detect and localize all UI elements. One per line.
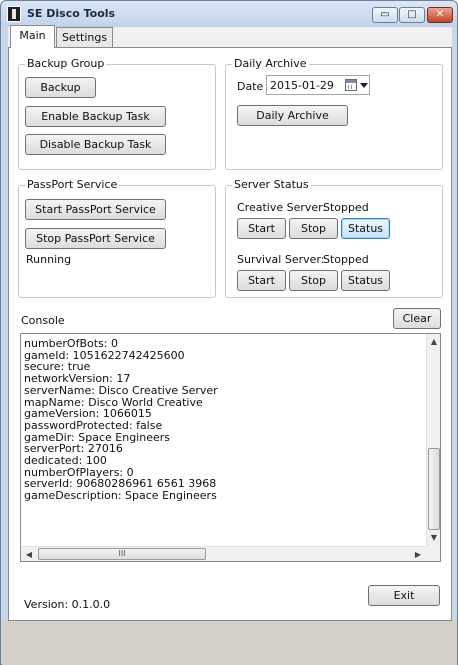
- console-line: gameDescription: Space Engineers: [24, 489, 217, 503]
- app-window: SE Disco Tools ▭ □ ✕ Main Settings Backu…: [0, 0, 458, 665]
- app-icon: [7, 6, 21, 22]
- survival-status-button[interactable]: Status: [341, 270, 390, 291]
- version-text: Version: 0.1.0.0: [24, 598, 111, 611]
- scroll-up-icon[interactable]: ▲: [427, 334, 440, 350]
- minimize-button[interactable]: ▭: [372, 7, 398, 23]
- survival-start-button[interactable]: Start: [237, 270, 286, 291]
- maximize-button[interactable]: □: [399, 7, 425, 23]
- survival-stop-button[interactable]: Stop: [289, 270, 338, 291]
- tab-settings[interactable]: Settings: [56, 27, 113, 47]
- console-line: dedicated: 100: [24, 454, 107, 468]
- scroll-left-icon[interactable]: ◀: [21, 547, 37, 561]
- scroll-right-icon[interactable]: ▶: [410, 547, 426, 561]
- daily-archive-button[interactable]: Daily Archive: [237, 105, 348, 126]
- console-label: Console: [21, 314, 65, 327]
- tab-main[interactable]: Main: [10, 25, 55, 48]
- survival-server-label: Survival Server:: [237, 253, 325, 266]
- clear-button[interactable]: Clear: [393, 308, 441, 329]
- server-status-group-label: Server Status: [232, 178, 311, 191]
- window-title: SE Disco Tools: [27, 7, 116, 20]
- console-vertical-scrollbar[interactable]: ▲ ▼: [426, 334, 440, 546]
- title-bar[interactable]: SE Disco Tools ▭ □ ✕: [1, 1, 457, 27]
- close-button[interactable]: ✕: [427, 7, 453, 23]
- creative-status-button[interactable]: Status: [341, 218, 390, 239]
- console-horizontal-scrollbar[interactable]: ◀ III ▶: [21, 546, 426, 561]
- creative-server-status: Stopped: [323, 201, 369, 214]
- start-passport-service-button[interactable]: Start PassPort Service: [25, 199, 166, 220]
- passport-status-text: Running: [26, 253, 72, 266]
- backup-group-label: Backup Group: [25, 57, 107, 70]
- daily-archive-group-label: Daily Archive: [232, 57, 309, 70]
- calendar-icon[interactable]: [345, 79, 357, 91]
- survival-server-status: Stopped: [323, 253, 369, 266]
- creative-start-button[interactable]: Start: [237, 218, 286, 239]
- chevron-down-icon[interactable]: [360, 83, 368, 88]
- console-line: passwordProtected: false: [24, 418, 163, 432]
- creative-server-label: Creative Server:: [237, 201, 327, 214]
- date-value: 2015-01-29: [270, 79, 334, 92]
- scrollbar-corner: [426, 546, 440, 561]
- scroll-down-icon[interactable]: ▼: [427, 530, 440, 546]
- console-line: serverName: Disco Creative Server: [24, 383, 218, 397]
- console-line: numberOfBots: 0: [24, 337, 118, 350]
- date-picker[interactable]: 2015-01-29: [266, 75, 370, 95]
- enable-backup-task-button[interactable]: Enable Backup Task: [25, 106, 166, 127]
- disable-backup-task-button[interactable]: Disable Backup Task: [25, 134, 166, 155]
- vertical-scroll-thumb[interactable]: [428, 448, 440, 530]
- creative-stop-button[interactable]: Stop: [289, 218, 338, 239]
- stop-passport-service-button[interactable]: Stop PassPort Service: [25, 228, 166, 249]
- horizontal-scroll-thumb[interactable]: III: [38, 548, 206, 560]
- exit-button[interactable]: Exit: [368, 585, 440, 606]
- backup-button[interactable]: Backup: [25, 77, 96, 98]
- passport-service-group-label: PassPort Service: [25, 178, 120, 191]
- date-label: Date: [237, 80, 264, 93]
- window-bottom-frame: [2, 621, 457, 665]
- console-output[interactable]: numberOfBots: 0 gameId: 1051622742425600…: [20, 333, 441, 562]
- console-lines: numberOfBots: 0 gameId: 1051622742425600…: [24, 338, 424, 502]
